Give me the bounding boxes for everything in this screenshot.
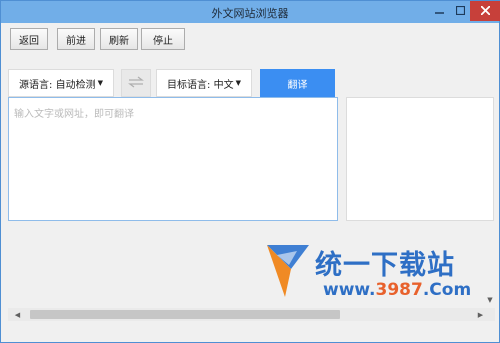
source-text-input[interactable] (9, 98, 337, 220)
swap-languages-button[interactable] (121, 69, 151, 97)
refresh-button[interactable]: 刷新 (100, 28, 138, 50)
arrow-right-icon: ▶ (477, 310, 484, 319)
stop-button[interactable]: 停止 (141, 28, 185, 50)
brand-logo-icon (267, 245, 309, 297)
target-language-label: 目标语言: 中文 (167, 79, 234, 91)
source-language-select[interactable]: 源语言: 自动检测 ▼ (8, 69, 114, 97)
dropdown-arrow-icon: ▼ (235, 79, 241, 87)
translate-button[interactable]: 翻译 (260, 69, 335, 98)
source-text-area (8, 97, 338, 221)
scrollbar-thumb[interactable] (30, 310, 340, 319)
watermark-logo: 统一下载站 www.3987.Com (263, 241, 471, 303)
horizontal-scrollbar[interactable]: ◀ ▶ (8, 308, 495, 321)
app-window: 外文网站浏览器 返回 前进 刷新 停止 源语言: 自动检测 ▼ 目标语言: 中文… (0, 0, 500, 343)
brand-url: www.3987.Com (323, 280, 472, 300)
back-button[interactable]: 返回 (10, 28, 48, 50)
dropdown-arrow-icon: ▼ (97, 79, 103, 87)
close-button[interactable] (470, 1, 500, 21)
minimize-icon (434, 4, 444, 18)
toolbar: 返回 前进 刷新 停止 (2, 23, 498, 56)
title-bar[interactable]: 外文网站浏览器 (1, 1, 500, 23)
translation-output-area (346, 97, 494, 221)
translate-bar: 源语言: 自动检测 ▼ 目标语言: 中文 ▼ 翻译 (2, 61, 498, 101)
forward-button[interactable]: 前进 (57, 28, 95, 50)
maximize-icon (455, 4, 465, 18)
scroll-left-button[interactable]: ◀ (11, 308, 24, 321)
scroll-down-button[interactable]: ▼ (484, 294, 496, 306)
scroll-right-button[interactable]: ▶ (474, 308, 487, 321)
source-language-label: 源语言: 自动检测 (19, 79, 96, 91)
arrow-down-icon: ▼ (487, 296, 493, 304)
swap-arrows-icon (128, 75, 144, 91)
arrow-left-icon: ◀ (14, 310, 21, 319)
close-icon (479, 4, 491, 18)
maximize-button[interactable] (450, 1, 470, 21)
brand-name: 统一下载站 (315, 250, 455, 281)
minimize-button[interactable] (428, 1, 450, 21)
window-title: 外文网站浏览器 (211, 7, 289, 20)
target-language-select[interactable]: 目标语言: 中文 ▼ (156, 69, 252, 97)
